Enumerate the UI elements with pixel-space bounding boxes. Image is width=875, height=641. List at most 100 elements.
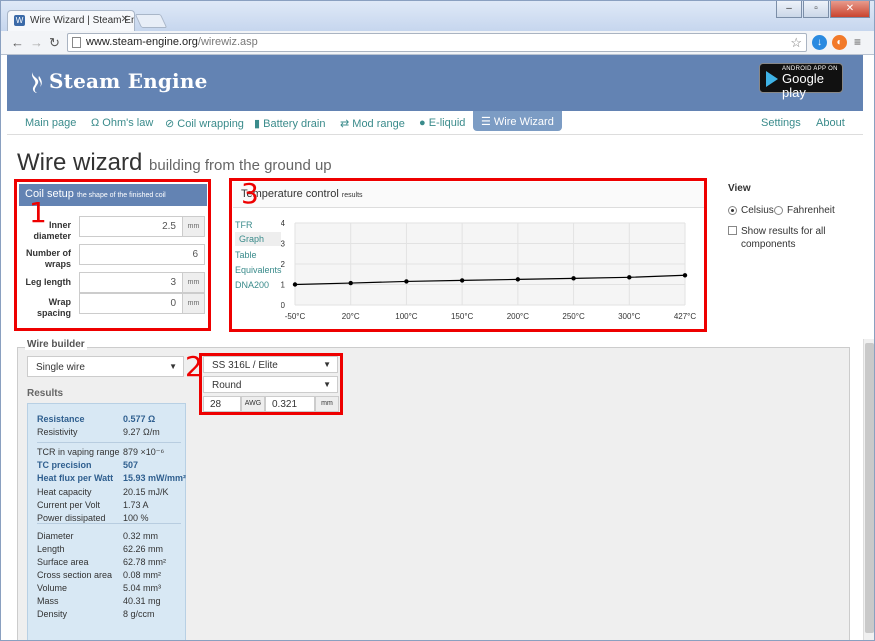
nav-label: Coil wrapping [177, 118, 244, 130]
result-value: 507 [123, 460, 139, 470]
download-extension-icon[interactable]: ↓ [812, 35, 827, 50]
result-key: Length [37, 544, 65, 554]
fahrenheit-label: Fahrenheit [787, 205, 835, 216]
badge-main-text: Google play [782, 71, 824, 100]
result-key: Resistance [37, 414, 85, 424]
result-key: Density [37, 609, 68, 619]
url-domain: www.steam-engine.org [86, 36, 198, 48]
battery-icon: ▮ [254, 118, 264, 130]
menu-icon[interactable]: ≡ [854, 36, 861, 49]
logo-text: Steam Engine [49, 69, 208, 93]
close-window-button[interactable]: ✕ [830, 1, 870, 18]
result-value: 8 g/ccm [123, 609, 155, 619]
result-value: 9.27 Ω/m [123, 427, 160, 437]
extension-icon[interactable]: ◐ [832, 35, 847, 50]
nav-item-about[interactable]: About [816, 117, 845, 129]
annotation-number-2: 2 [185, 350, 203, 383]
result-value: 20.15 mJ/K [123, 487, 169, 497]
forward-arrow-icon[interactable]: → [30, 36, 43, 49]
result-key: TCR in vaping range [37, 447, 120, 457]
nav-item-e-liquid[interactable]: ● E-liquid [419, 117, 465, 129]
nav-item-settings[interactable]: Settings [761, 117, 801, 129]
celsius-radio[interactable] [728, 206, 737, 215]
result-value: 40.31 mg [123, 596, 161, 606]
url-path: /wirewiz.asp [197, 36, 258, 48]
new-tab-button[interactable] [134, 14, 168, 28]
result-key: Surface area [37, 557, 89, 567]
drop-icon: ● [419, 117, 429, 129]
back-arrow-icon[interactable]: ← [11, 36, 24, 49]
result-value: 0.08 mm² [123, 570, 162, 580]
result-key: Current per Volt [37, 500, 101, 510]
title-bar: W Wire Wizard | Steam Eng ✕ – ▫ ✕ [1, 1, 874, 31]
nav-label: E-liquid [428, 117, 466, 129]
play-store-icon [766, 71, 778, 87]
nav-item-main-page[interactable]: Main page [25, 117, 76, 129]
nav-label: Ohm's law [102, 117, 154, 129]
divider [37, 442, 181, 443]
scrollbar-thumb[interactable] [865, 343, 874, 633]
page-subtitle: building from the ground up [149, 157, 332, 174]
nav-item-ohms-law[interactable]: Ω Ohm's law [91, 117, 153, 129]
nav-label: Wire Wizard [493, 116, 554, 128]
label-line: Show results for all [741, 226, 826, 237]
vertical-scrollbar[interactable] [863, 339, 874, 640]
show-all-checkbox[interactable] [728, 226, 737, 235]
close-tab-icon[interactable]: ✕ [121, 14, 129, 25]
result-key: Power dissipated [37, 513, 106, 523]
address-bar[interactable]: www.steam-engine.org/wirewiz.asp ☆ [67, 33, 807, 52]
view-title: View [728, 183, 751, 194]
browser-toolbar: ← → ↻ www.steam-engine.org/wirewiz.asp ☆… [1, 31, 874, 55]
steam-logo-icon [32, 72, 42, 93]
site-logo[interactable]: Steam Engine [27, 69, 208, 94]
page-title: Wire wizard building from the ground up [17, 149, 332, 177]
maximize-button[interactable]: ▫ [803, 1, 829, 18]
divider [37, 523, 181, 524]
nav-item-coil-wrapping[interactable]: ⊘ Coil wrapping [165, 117, 244, 130]
nav-item-battery-drain[interactable]: ▮ Battery drain [254, 117, 325, 130]
results-title: Results [27, 388, 64, 399]
nav-item-mod-range[interactable]: ⇄ Mod range [340, 117, 405, 130]
nav-item-wire-wizard[interactable]: ☰ Wire Wizard [473, 111, 562, 131]
ohm-icon: Ω [91, 117, 103, 129]
result-value: 1.73 A [123, 500, 149, 510]
favicon-icon: W [14, 15, 25, 26]
highlight-box-3 [229, 178, 707, 332]
minimize-button[interactable]: – [776, 1, 802, 18]
nav-label: Mod range [352, 118, 405, 130]
reload-icon[interactable]: ↻ [49, 36, 60, 49]
google-play-badge[interactable]: ANDROID APP ON Google play [759, 63, 843, 100]
label-line: components [741, 239, 796, 250]
highlight-box-2 [199, 353, 343, 415]
celsius-label: Celsius [741, 205, 774, 216]
site-header: Steam Engine ANDROID APP ON Google play [7, 55, 863, 111]
result-key: Heat flux per Watt [37, 473, 114, 483]
show-all-label: Show results for all components [741, 225, 825, 251]
result-key: Cross section area [37, 570, 113, 580]
result-value: 879 ×10⁻⁶ [123, 447, 165, 457]
bookmark-star-icon[interactable]: ☆ [790, 34, 802, 51]
wire-builder-title: Wire builder [25, 339, 87, 350]
browser-tab[interactable]: W Wire Wizard | Steam Eng ✕ [7, 10, 135, 31]
result-value: 15.93 mW/mm² [123, 473, 187, 483]
result-key: Mass [37, 596, 59, 606]
swap-arrows-icon: ⇄ [340, 118, 353, 130]
result-key: Volume [37, 583, 68, 593]
annotation-number-1: 1 [29, 196, 47, 229]
result-value: 0.32 mm [123, 531, 159, 541]
result-value: 62.78 mm² [123, 557, 167, 567]
main-nav: Main page Ω Ohm's law ⊘ Coil wrapping ▮ … [7, 111, 863, 135]
select-value: Single wire [36, 362, 85, 373]
nav-label: Main page [25, 117, 77, 129]
result-value: 0.577 Ω [123, 414, 156, 424]
result-value: 100 % [123, 513, 149, 523]
dropdown-caret-icon: ▼ [169, 362, 177, 371]
fahrenheit-radio[interactable] [774, 206, 783, 215]
browser-window: W Wire Wizard | Steam Eng ✕ – ▫ ✕ ← → ↻ … [0, 0, 875, 641]
results-panel: Resistance 0.577 Ω Resistivity 9.27 Ω/m TCR … [27, 403, 187, 640]
paperclip-icon: ⊘ [165, 118, 178, 130]
result-value: 62.26 mm [123, 544, 164, 554]
result-key: TC precision [37, 460, 92, 470]
result-key: Diameter [37, 531, 74, 541]
wire-type-select[interactable]: Single wire ▼ [27, 356, 184, 377]
